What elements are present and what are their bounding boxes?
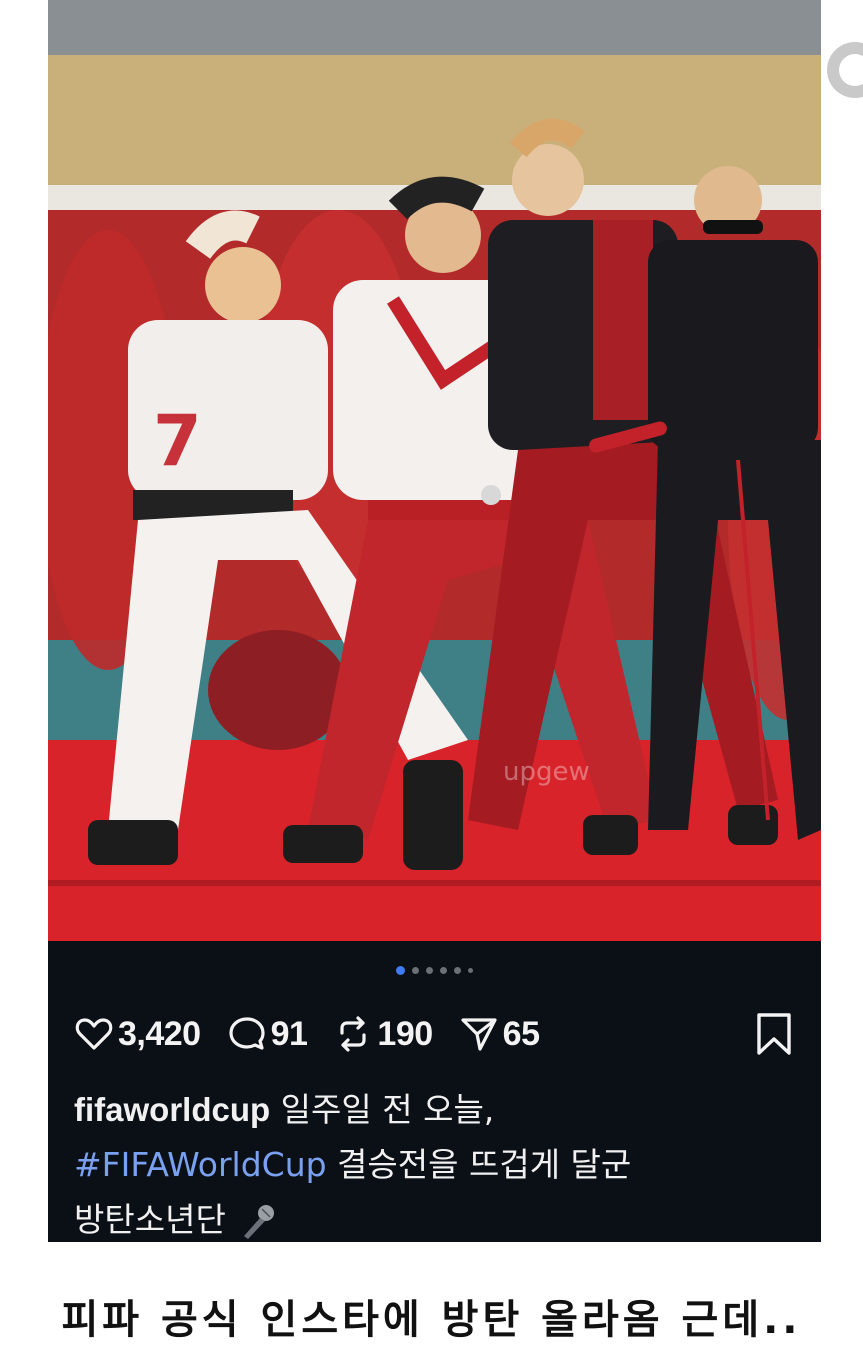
caption-text: 방탄소년단 — [74, 1200, 237, 1239]
svg-text:7: 7 — [153, 400, 202, 482]
caption-line-2: #FIFAWorldCup 결승전을 뜨겁게 달군 — [74, 1137, 794, 1192]
bookmark-icon[interactable] — [754, 1012, 794, 1056]
carousel-dot[interactable] — [412, 967, 419, 974]
comment-icon — [228, 1017, 265, 1050]
share-icon — [461, 1018, 497, 1051]
repost-button[interactable]: 190 — [333, 1014, 433, 1054]
comment-count: 91 — [270, 1014, 308, 1053]
caption-text: 결승전을 뜨겁게 달군 — [326, 1145, 632, 1184]
caption-hashtag[interactable]: #FIFAWorldCup — [74, 1145, 327, 1184]
carousel-dot[interactable] — [426, 967, 433, 974]
share-button[interactable]: 65 — [459, 1014, 540, 1054]
caption-line-3: 방탄소년단 — [74, 1192, 794, 1242]
carousel-indicator[interactable] — [48, 966, 821, 975]
carousel-dot[interactable] — [440, 967, 447, 974]
carousel-dot[interactable] — [454, 967, 461, 974]
footer-comment: 피파 공식 인스타에 방탄 올라옴 근데.. — [61, 1297, 802, 1343]
post-photo[interactable]: 7 upgew — [48, 0, 821, 941]
caption-line-1: fifaworldcup 일주일 전 오늘, — [74, 1082, 794, 1137]
like-button[interactable]: 3,420 — [74, 1014, 201, 1054]
microphone-icon — [244, 1204, 275, 1239]
caption-username[interactable]: fifaworldcup — [74, 1091, 270, 1128]
share-count: 65 — [502, 1014, 540, 1053]
repost-icon — [340, 1016, 367, 1052]
side-bubble — [827, 42, 863, 98]
like-count: 3,420 — [118, 1014, 201, 1053]
instagram-post: 7 upgew 3,420 91 190 65 fifaworldcup 일주일… — [48, 0, 821, 1242]
photo-watermark: upgew — [503, 757, 590, 787]
heart-icon — [75, 1018, 113, 1050]
post-caption: fifaworldcup 일주일 전 오늘, #FIFAWorldCup 결승전… — [74, 1082, 794, 1242]
carousel-dot[interactable] — [396, 966, 405, 975]
carousel-dot[interactable] — [468, 968, 473, 973]
caption-text: 일주일 전 오늘, — [270, 1090, 495, 1129]
comment-button[interactable]: 91 — [227, 1014, 308, 1054]
post-actions: 3,420 91 190 65 — [74, 1008, 794, 1060]
repost-count: 190 — [377, 1014, 433, 1053]
